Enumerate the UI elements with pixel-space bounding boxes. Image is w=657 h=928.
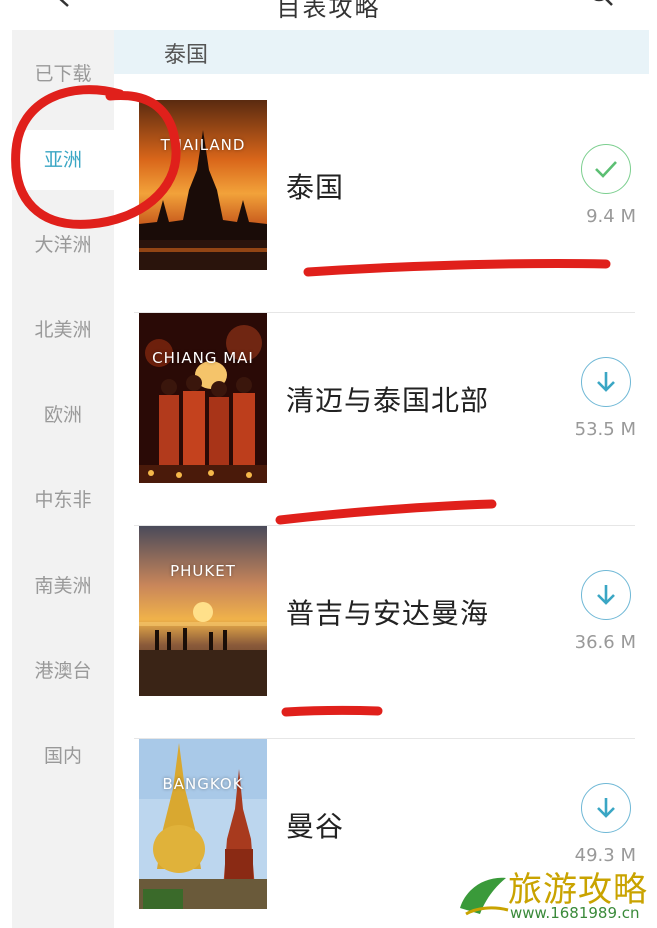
download-arrow-icon: [597, 798, 615, 818]
file-size: 36.6 M: [574, 632, 636, 653]
sidebar-item-downloaded[interactable]: 已下载: [12, 44, 114, 104]
sidebar-item-south-america[interactable]: 南美洲: [12, 556, 114, 616]
sidebar-item-asia[interactable]: 亚洲: [12, 130, 114, 190]
guide-row-phuket[interactable]: PHUKET 普吉与安达曼海 36.6 M: [114, 526, 649, 739]
download-arrow-icon: [597, 372, 615, 392]
cover-label: BANGKOK: [162, 775, 244, 793]
guide-row-thailand[interactable]: THAILAND 泰国 9.4 M: [114, 100, 649, 313]
section-title: 泰国: [164, 43, 209, 68]
guide-list-panel: 泰国 THAILAND 泰国 9.4 M CHIANG MAI 清迈与泰国北部 …: [114, 30, 657, 928]
guide-cover-image: PHUKET: [139, 526, 267, 696]
top-bar: 目表攻略: [0, 0, 657, 30]
sidebar-item-domestic[interactable]: 国内: [12, 726, 114, 786]
cover-label: THAILAND: [160, 136, 246, 154]
watermark-url: www.1681989.cn: [510, 904, 640, 922]
guide-cover-image: THAILAND: [139, 100, 267, 270]
sidebar-item-hk-macau-taiwan[interactable]: 港澳台: [12, 641, 114, 701]
sidebar-item-middle-east-africa[interactable]: 中东非: [12, 470, 114, 530]
download-button[interactable]: [581, 357, 631, 407]
download-arrow-icon: [597, 585, 615, 605]
region-sidebar: 已下载 亚洲 大洋洲 北美洲 欧洲 中东非 南美洲 港澳台 国内: [12, 30, 114, 928]
search-icon[interactable]: [588, 0, 614, 8]
guide-title: 曼谷: [286, 810, 345, 843]
cover-label: PHUKET: [170, 562, 236, 580]
sidebar-item-oceania[interactable]: 大洋洲: [12, 215, 114, 275]
guide-title: 清迈与泰国北部: [286, 384, 490, 417]
guide-cover-image: CHIANG MAI: [139, 313, 267, 483]
section-header: 泰国: [114, 30, 649, 74]
check-icon: [595, 161, 617, 178]
page-title: 目表攻略: [276, 0, 381, 22]
cover-label: CHIANG MAI: [152, 349, 254, 367]
guide-title: 普吉与安达曼海: [286, 597, 490, 630]
downloaded-status-button[interactable]: [581, 144, 631, 194]
watermark-logo-icon: [460, 877, 509, 916]
sidebar-item-europe[interactable]: 欧洲: [12, 385, 114, 445]
download-button[interactable]: [581, 570, 631, 620]
download-button[interactable]: [581, 783, 631, 833]
file-size: 9.4 M: [586, 206, 636, 227]
watermark: 旅游攻略 www.1681989.cn: [456, 862, 656, 928]
file-size: 53.5 M: [574, 419, 636, 440]
sidebar-item-north-america[interactable]: 北美洲: [12, 300, 114, 360]
guide-row-chiang-mai[interactable]: CHIANG MAI 清迈与泰国北部 53.5 M: [114, 313, 649, 526]
guide-title: 泰国: [286, 171, 345, 204]
guide-cover-image: BANGKOK: [139, 739, 267, 909]
